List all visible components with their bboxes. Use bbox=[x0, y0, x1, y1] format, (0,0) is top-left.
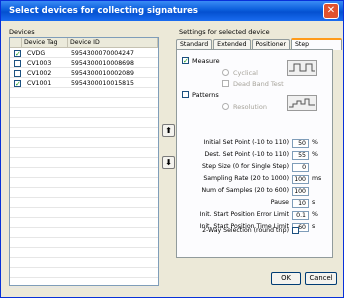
device-id-cell: 5954300010015815 bbox=[71, 79, 134, 87]
field-label: Pause bbox=[270, 199, 289, 206]
devices-list-header: Device Tag Device ID bbox=[10, 38, 158, 48]
field-unit: % bbox=[312, 139, 318, 146]
empty-row bbox=[10, 239, 158, 248]
devices-list[interactable]: Device Tag Device ID ✓ CVDG 59543000700042… bbox=[9, 37, 159, 288]
device-checkbox[interactable] bbox=[14, 69, 21, 77]
measure-label: Measure bbox=[192, 57, 220, 65]
field-unit: s bbox=[312, 223, 316, 230]
field-unit: % bbox=[312, 211, 318, 218]
empty-row bbox=[10, 219, 158, 228]
empty-row bbox=[10, 119, 158, 128]
empty-row bbox=[10, 159, 158, 168]
device-row[interactable]: CV1002 5954300010002089 bbox=[10, 69, 158, 78]
empty-row bbox=[10, 109, 158, 118]
step-pattern-icon bbox=[287, 95, 317, 111]
field-label: Initial Set Point (-10 to 110) bbox=[203, 139, 289, 146]
empty-row bbox=[10, 169, 158, 178]
close-button[interactable]: ✕ bbox=[323, 3, 339, 19]
dead-band-label: Dead Band Test bbox=[233, 80, 284, 88]
device-checkbox[interactable]: ✓ bbox=[14, 79, 21, 87]
device-tag-cell: CV1002 bbox=[27, 69, 52, 77]
header-check-column bbox=[10, 38, 22, 47]
field-label: Num of Samples (20 to 600) bbox=[201, 187, 289, 194]
field-label: Sampling Rate (20 to 1000) bbox=[203, 175, 289, 182]
resolution-radio[interactable] bbox=[222, 103, 229, 110]
cyclical-radio[interactable] bbox=[222, 69, 229, 76]
resolution-label: Resolution bbox=[233, 103, 267, 111]
field-input[interactable]: 50 bbox=[292, 139, 309, 148]
empty-row bbox=[10, 279, 158, 288]
ok-button[interactable]: OK bbox=[271, 272, 301, 285]
field-input[interactable]: 0 bbox=[292, 163, 309, 172]
cyclical-label: Cyclical bbox=[233, 69, 258, 77]
field-input[interactable]: 10 bbox=[292, 199, 309, 208]
square-wave-icon bbox=[287, 60, 317, 76]
title-bar[interactable]: Select devices for collecting signatures… bbox=[1, 1, 343, 21]
field-unit: % bbox=[312, 151, 318, 158]
header-device-id[interactable]: Device ID bbox=[68, 38, 158, 47]
empty-row bbox=[10, 129, 158, 138]
device-id-cell: 5954300010002089 bbox=[71, 69, 134, 77]
field-label: Dest. Set Point (-10 to 110) bbox=[204, 151, 289, 158]
field-input[interactable]: 55 bbox=[292, 151, 309, 160]
empty-row bbox=[10, 269, 158, 278]
empty-row bbox=[10, 99, 158, 108]
two-way-label: 2-Way Selection (round trip) bbox=[202, 227, 289, 234]
device-row[interactable]: CV1003 5954300010008698 bbox=[10, 59, 158, 68]
move-up-button[interactable]: ⬆ bbox=[162, 124, 175, 137]
device-row[interactable]: ✓ CVDG 5954300070004247 bbox=[10, 49, 158, 58]
patterns-label: Patterns bbox=[192, 91, 219, 99]
device-checkbox[interactable]: ✓ bbox=[14, 49, 21, 57]
empty-row bbox=[10, 189, 158, 198]
device-checkbox[interactable] bbox=[14, 59, 21, 67]
measure-checkbox[interactable]: ✓ bbox=[182, 57, 189, 65]
devices-group-label: Devices bbox=[9, 28, 35, 36]
two-way-checkbox[interactable] bbox=[292, 227, 299, 234]
patterns-checkbox[interactable] bbox=[182, 91, 189, 98]
step-response-panel: ✓ Measure Cyclical Dead Band Test Patter… bbox=[176, 49, 333, 258]
device-id-cell: 5954300010008698 bbox=[71, 59, 134, 67]
device-tag-cell: CVDG bbox=[27, 49, 46, 57]
settings-group-label: Settings for selected device bbox=[179, 28, 270, 36]
move-down-button[interactable]: ⬇ bbox=[162, 156, 175, 169]
cancel-button[interactable]: Cancel bbox=[305, 272, 337, 285]
field-label: Step Size (0 for Single Step) bbox=[201, 163, 289, 170]
field-input[interactable]: 100 bbox=[292, 187, 309, 196]
device-tag-cell: CV1003 bbox=[27, 59, 52, 67]
empty-row bbox=[10, 179, 158, 188]
empty-row bbox=[10, 229, 158, 238]
field-label: Init. Start Position Error Limit bbox=[199, 211, 289, 218]
empty-row bbox=[10, 199, 158, 208]
header-device-tag[interactable]: Device Tag bbox=[22, 38, 68, 47]
dead-band-checkbox[interactable] bbox=[222, 80, 229, 87]
empty-row bbox=[10, 149, 158, 158]
empty-row bbox=[10, 259, 158, 268]
field-input[interactable]: 0.1 bbox=[292, 211, 309, 220]
empty-row bbox=[10, 139, 158, 148]
field-input[interactable]: 100 bbox=[292, 175, 309, 184]
window-title: Select devices for collecting signatures bbox=[9, 6, 198, 16]
dialog-window: Select devices for collecting signatures… bbox=[0, 0, 344, 298]
device-tag-cell: CV1001 bbox=[27, 79, 52, 87]
device-row[interactable]: ✓ CV1001 5954300010015815 bbox=[10, 79, 158, 88]
device-id-cell: 5954300070004247 bbox=[71, 49, 134, 57]
empty-row bbox=[10, 89, 158, 98]
empty-row bbox=[10, 249, 158, 258]
field-unit: s bbox=[312, 199, 316, 206]
field-unit: ms bbox=[312, 175, 322, 182]
empty-row bbox=[10, 209, 158, 218]
